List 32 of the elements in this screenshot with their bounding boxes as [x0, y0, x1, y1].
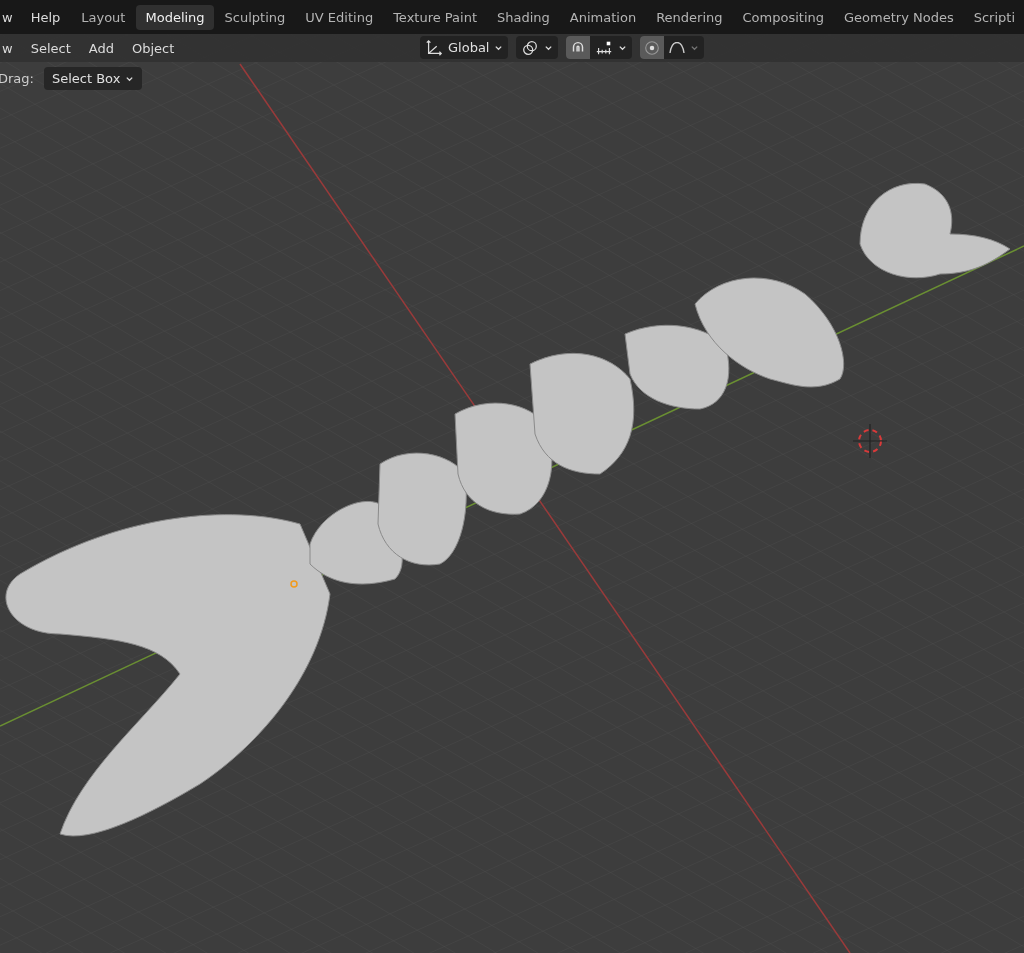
transform-orientation-dropdown[interactable]: Global	[420, 36, 509, 59]
menu-item[interactable]: Select	[30, 40, 71, 56]
snap-toggle[interactable]	[566, 36, 591, 59]
pivot-dropdown[interactable]	[516, 36, 559, 59]
menu-item[interactable]: w	[2, 9, 13, 25]
axes-icon	[425, 38, 443, 57]
menu-item[interactable]: Object	[131, 40, 175, 56]
drag-label: Drag:	[0, 70, 34, 86]
caret-icon	[618, 43, 628, 52]
menu-item[interactable]: Add	[88, 40, 114, 56]
link-icon	[521, 38, 540, 57]
workspace-tab[interactable]: Geometry Nodes	[835, 4, 963, 30]
target-icon	[643, 38, 662, 57]
origin-dot	[290, 580, 298, 588]
workspace-tab[interactable]: Rendering	[647, 4, 732, 30]
workspace-tab[interactable]: Modeling	[136, 4, 214, 30]
curve-icon	[669, 41, 686, 54]
menu-item[interactable]: Help	[30, 9, 61, 25]
workspace-tab[interactable]: Scripti	[964, 4, 1024, 30]
workspace-tab[interactable]: UV Editing	[296, 4, 383, 30]
workspace-tab[interactable]: Compositing	[733, 4, 833, 30]
caret-icon	[544, 43, 554, 52]
workspace-tab[interactable]: Animation	[560, 4, 646, 30]
caret-icon	[690, 43, 700, 52]
workspace-tab[interactable]: Shading	[488, 4, 559, 30]
workspace-tab[interactable]: Texture Paint	[384, 4, 487, 30]
caret-icon	[494, 43, 504, 52]
workspace-tab[interactable]: Sculpting	[215, 4, 295, 30]
proportional-editing-toggle[interactable]	[640, 36, 665, 59]
workspace-tab[interactable]: Layout	[72, 4, 135, 30]
cursor-crosshair-icon	[852, 423, 888, 459]
menu-item[interactable]: w	[2, 40, 13, 56]
